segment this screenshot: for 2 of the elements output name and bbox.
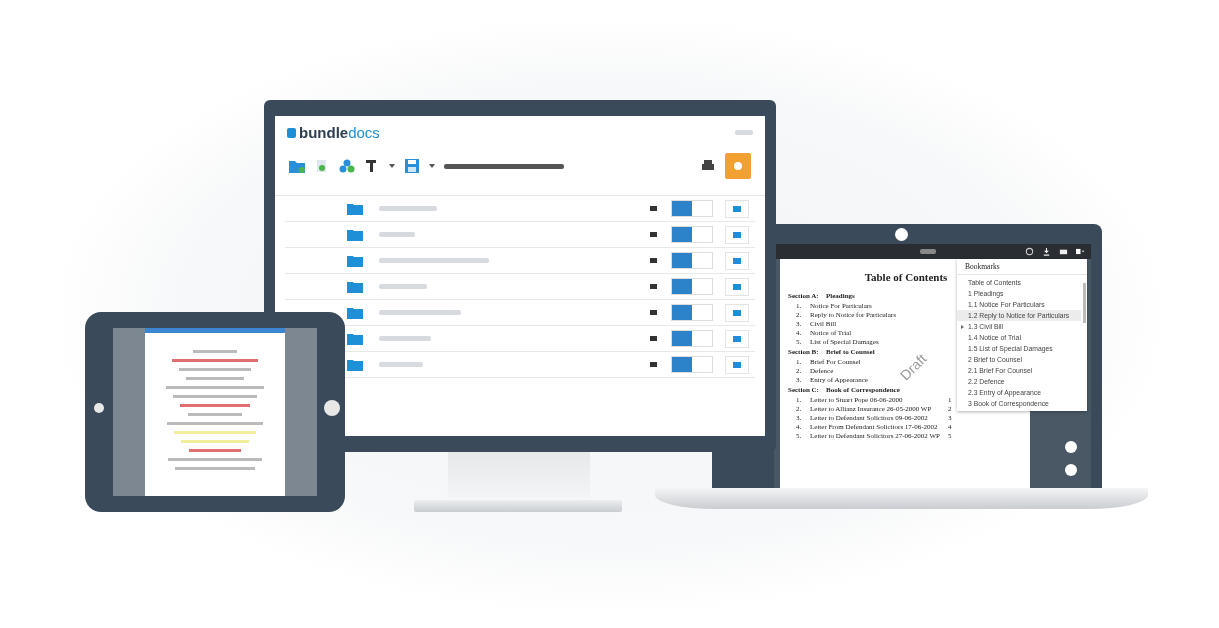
document-title: Table of Contents	[864, 271, 948, 283]
app-logo: bundledocs	[287, 124, 380, 141]
